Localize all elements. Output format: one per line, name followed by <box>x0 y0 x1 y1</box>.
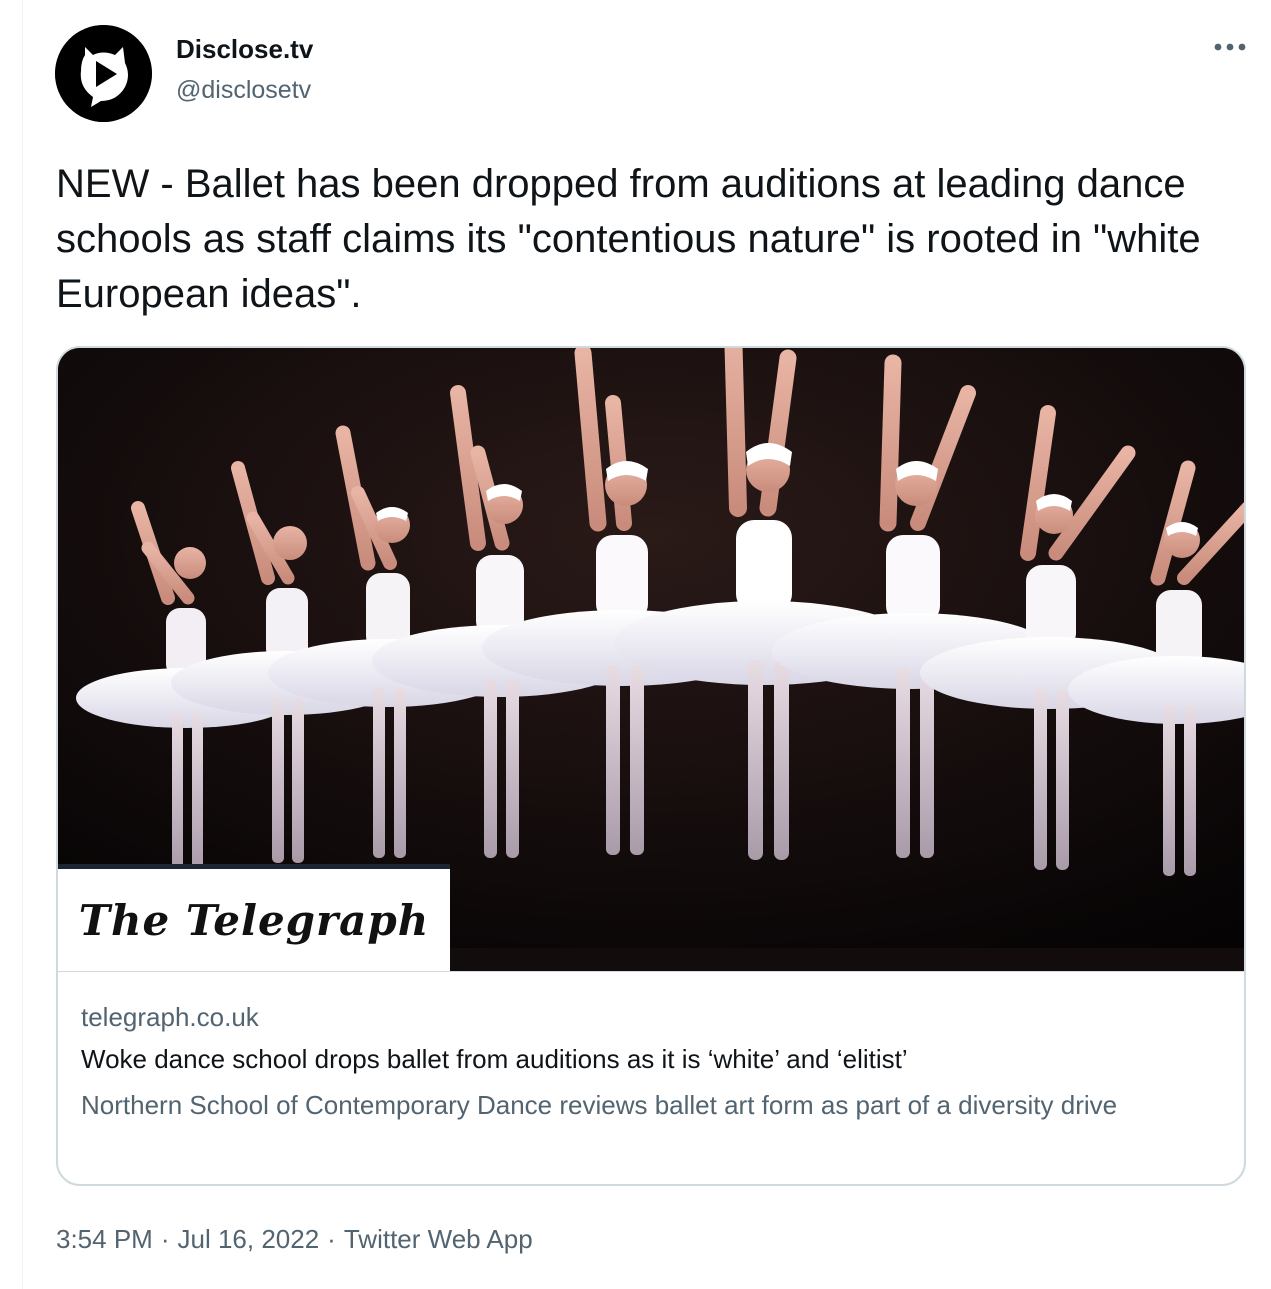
tweet-meta: 3:54 PM · Jul 16, 2022 · Twitter Web App <box>56 1221 533 1257</box>
card-title: Woke dance school drops ballet from audi… <box>81 1044 908 1074</box>
tweet-date: Jul 16, 2022 <box>177 1224 320 1254</box>
author-display-name[interactable]: Disclose.tv <box>176 32 313 66</box>
avatar[interactable] <box>55 25 152 122</box>
timeline-border <box>22 0 23 1289</box>
tweet-source-link[interactable]: Twitter Web App <box>344 1224 533 1254</box>
meta-separator: · <box>160 1224 170 1254</box>
author-handle[interactable]: @disclosetv <box>176 74 311 106</box>
card-domain: telegraph.co.uk <box>81 1002 259 1032</box>
publisher-logo: The Telegraph <box>58 864 450 971</box>
meta-separator: · <box>327 1224 336 1254</box>
tweet-text: NEW - Ballet has been dropped from audit… <box>56 162 1201 316</box>
play-button-speech-bubble-icon <box>55 25 152 122</box>
publisher-logo-text: The Telegraph <box>78 895 430 945</box>
more-options-icon <box>1214 43 1246 51</box>
card-divider <box>58 971 1244 972</box>
tweet-time: 3:54 PM <box>56 1224 153 1254</box>
tweet-timestamp-link[interactable]: 3:54 PM · Jul 16, 2022 <box>56 1224 319 1254</box>
more-options-button[interactable] <box>1205 30 1255 64</box>
card-image: The Telegraph <box>58 348 1244 971</box>
link-card[interactable]: The Telegraph telegraph.co.uk Woke dance… <box>56 346 1246 1186</box>
card-description: Northern School of Contemporary Dance re… <box>81 1090 1118 1120</box>
